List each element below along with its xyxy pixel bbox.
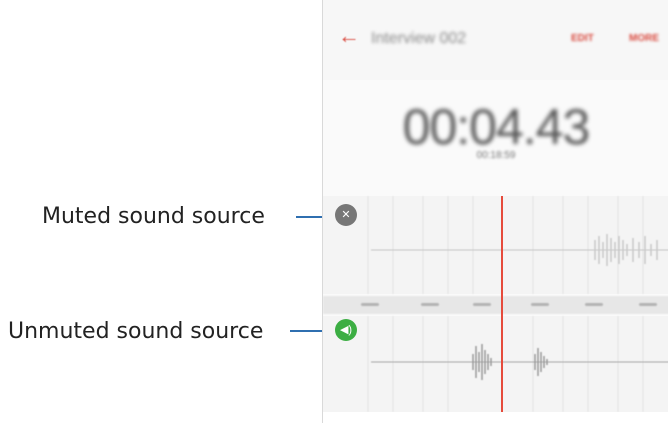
mute-toggle-button[interactable]: ✕ bbox=[335, 204, 357, 226]
back-button[interactable]: ← bbox=[337, 24, 361, 48]
unmuted-sound-source-label: Unmuted sound source bbox=[8, 319, 264, 344]
arrow-left-icon: ← bbox=[338, 23, 360, 48]
playback-timer: 00:04.43 bbox=[402, 99, 591, 155]
ruler-tick bbox=[361, 303, 379, 306]
ruler-tick bbox=[421, 303, 439, 306]
playhead[interactable] bbox=[501, 196, 503, 412]
speaker-on-icon: ◀) bbox=[339, 324, 353, 336]
screen-bottom-edge bbox=[323, 412, 668, 423]
ruler-tick bbox=[473, 303, 491, 306]
edit-button[interactable]: EDIT bbox=[571, 33, 594, 44]
total-duration: 00:18:59 bbox=[476, 150, 516, 161]
time-ruler bbox=[323, 296, 668, 314]
voice-recorder-screen: ← Interview 002 EDIT MORE 00:04.43 00:18… bbox=[322, 0, 668, 423]
ruler-tick bbox=[531, 303, 549, 306]
ruler-tick bbox=[585, 303, 603, 306]
app-bar: ← Interview 002 EDIT MORE bbox=[323, 0, 668, 80]
muted-sound-source-label: Muted sound source bbox=[42, 204, 265, 229]
unmute-toggle-button[interactable]: ◀) bbox=[335, 319, 357, 341]
recording-title: Interview 002 bbox=[371, 30, 467, 47]
ruler-tick bbox=[639, 303, 657, 306]
more-button[interactable]: MORE bbox=[629, 33, 659, 44]
unmuted-track-waveform bbox=[367, 316, 668, 412]
muted-track-waveform bbox=[367, 196, 668, 294]
speaker-muted-icon: ✕ bbox=[341, 209, 351, 221]
